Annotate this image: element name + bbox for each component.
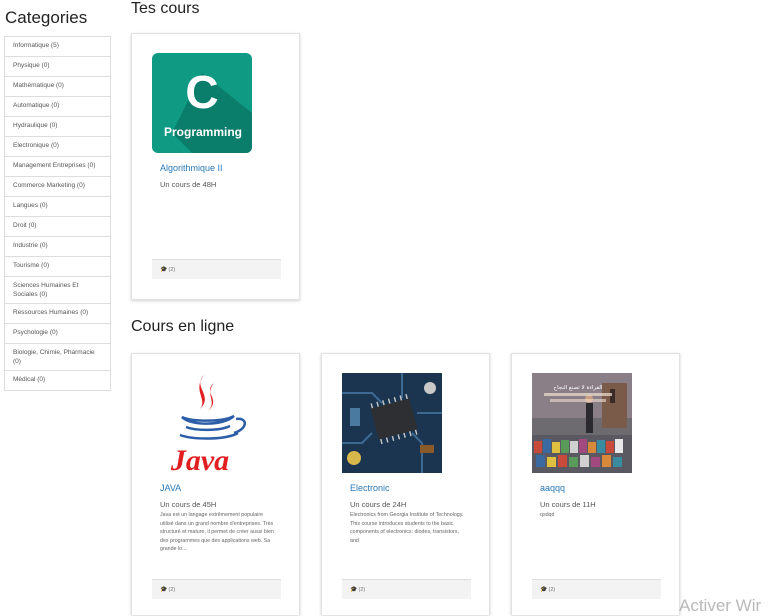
my-courses-heading: Tes cours	[131, 0, 200, 17]
graduation-cap-icon: 🎓	[160, 267, 168, 273]
svg-text:Java: Java	[170, 444, 229, 473]
enrollment-count: (2)	[168, 267, 176, 273]
category-item-informatique[interactable]: Informatique (5)	[4, 37, 111, 57]
course-card[interactable]: Java JAVA Un cours de 45H Java est un la…	[131, 353, 300, 615]
course-footer: 🎓(2)	[152, 259, 281, 279]
circuit-board-icon	[342, 373, 442, 473]
electronic-course-image[interactable]	[342, 373, 442, 473]
course-duration: Un cours de 48H	[160, 180, 217, 189]
java-logo-icon: Java	[170, 375, 246, 473]
category-item-sciences-humaines[interactable]: Sciences Humaines Et Sociales (0)	[4, 277, 111, 304]
course-title-link[interactable]: JAVA	[160, 483, 181, 493]
categories-sidebar: Categories Informatique (5) Physique (0)…	[4, 0, 111, 391]
enrollment-count: (2)	[168, 587, 176, 593]
category-item-management[interactable]: Management Entreprises (0)	[4, 157, 111, 177]
category-list: Informatique (5) Physique (0) Mathématiq…	[4, 36, 111, 391]
course-description: qsdqd	[540, 512, 555, 518]
category-item-hydraulique[interactable]: Hydraulique (0)	[4, 117, 111, 137]
java-course-image[interactable]: Java	[152, 373, 252, 473]
books-course-image[interactable]: القراءة لا تصنع النجاح	[532, 373, 632, 473]
svg-text:Programming: Programming	[164, 125, 242, 139]
category-item-commerce[interactable]: Commerce Marketing (0)	[4, 177, 111, 197]
course-title-link[interactable]: Algorithmique II	[160, 163, 223, 173]
enrollment-count: (2)	[548, 587, 556, 593]
categories-title: Categories	[5, 8, 88, 27]
course-title-link[interactable]: aaqqq	[540, 483, 565, 493]
bookstall-photo-icon: القراءة لا تصنع النجاح	[532, 373, 632, 473]
course-description: Electronics from Georgia Institute of Te…	[350, 512, 464, 544]
course-card[interactable]: Electronic Un cours de 24H Electronics f…	[321, 353, 490, 615]
course-footer: 🎓(2)	[342, 579, 471, 599]
graduation-cap-icon: 🎓	[540, 587, 548, 593]
course-footer: 🎓(2)	[532, 579, 661, 599]
course-duration: Un cours de 45H	[160, 500, 217, 509]
category-item-industrie[interactable]: Industrie (0)	[4, 237, 111, 257]
course-description: Java est un langage extrêmement populair…	[160, 512, 274, 553]
category-item-langues[interactable]: Langues (0)	[4, 197, 111, 217]
category-item-biologie[interactable]: Biologie, Chimie, Pharmacie (0)	[4, 344, 111, 371]
course-card[interactable]: القراءة لا تصنع النجاح aaqqq Un cours de…	[511, 353, 680, 615]
category-item-automatique[interactable]: Automatique (0)	[4, 97, 111, 117]
svg-text:القراءة لا تصنع النجاح: القراءة لا تصنع النجاح	[554, 385, 603, 391]
category-item-medical[interactable]: Médical (0)	[4, 371, 111, 391]
online-courses-heading: Cours en ligne	[131, 318, 235, 335]
category-item-ressources-humaines[interactable]: Ressources Humaines (0)	[4, 304, 111, 324]
category-item-mathematique[interactable]: Mathématique (0)	[4, 77, 111, 97]
category-item-tourisme[interactable]: Tourisme (0)	[4, 257, 111, 277]
course-title-link[interactable]: Electronic	[350, 483, 390, 493]
course-card[interactable]: C Programming Algorithmique II Un cours …	[131, 33, 300, 300]
category-item-electronique[interactable]: Electronique (0)	[4, 137, 111, 157]
course-duration: Un cours de 11H	[540, 500, 596, 509]
graduation-cap-icon: 🎓	[160, 587, 168, 593]
enrollment-count: (2)	[358, 587, 366, 593]
category-item-physique[interactable]: Physique (0)	[4, 57, 111, 77]
graduation-cap-icon: 🎓	[350, 587, 358, 593]
course-duration: Un cours de 24H	[350, 500, 407, 509]
c-programming-logo-icon: C Programming	[164, 66, 252, 153]
c-programming-image[interactable]: C Programming	[152, 53, 252, 153]
svg-text:C: C	[185, 66, 218, 118]
windows-activation-watermark: Activer Wir	[679, 596, 762, 615]
category-item-psychologie[interactable]: Psychologie (0)	[4, 324, 111, 344]
category-item-droit[interactable]: Droit (0)	[4, 217, 111, 237]
course-footer: 🎓(2)	[152, 579, 281, 599]
